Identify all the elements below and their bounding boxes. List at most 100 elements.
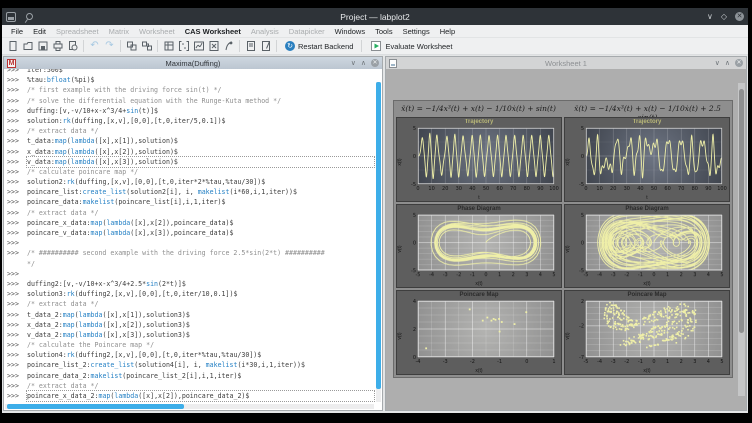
panel-maximize-icon[interactable]: ∧: [725, 60, 730, 67]
plot-canvas[interactable]: [397, 291, 561, 374]
code-line[interactable]: >>>duffing2:[v,-v/10+x-x^3/4+2.5*sin(2*t…: [7, 279, 374, 289]
new-document-icon[interactable]: [5, 39, 20, 54]
redo-icon[interactable]: ↷: [102, 39, 117, 54]
evaluate-worksheet-icon: [370, 40, 382, 52]
code-line[interactable]: >>>poincare_x_data_2:map(lambda([x],x[2]…: [7, 391, 374, 401]
panel-close-icon[interactable]: ✕: [371, 59, 379, 67]
new-script-icon[interactable]: [258, 39, 273, 54]
x-axis-label: x(t): [397, 281, 561, 287]
code-line[interactable]: >>>v_data_2:map(lambda([x],x[3]),solutio…: [7, 330, 374, 340]
evaluate-worksheet-button[interactable]: Evaluate Worksheet: [365, 39, 457, 54]
code-line[interactable]: >>>t_data:map(lambda([x],x[1]),solution)…: [7, 136, 374, 146]
code-line[interactable]: >>>/* extract data */: [7, 208, 374, 218]
plot-canvas[interactable]: [565, 291, 729, 374]
code-line[interactable]: >>>/* ########## second example with the…: [7, 248, 374, 258]
panel-maximize-icon[interactable]: ∧: [361, 60, 366, 67]
code-line[interactable]: >>>/* calculate poincare map */: [7, 167, 374, 177]
new-datapicker-icon[interactable]: [221, 39, 236, 54]
cas-vertical-scrollbar[interactable]: [376, 82, 381, 402]
code-line[interactable]: >>>poincare_list_2:create_list(solution4…: [7, 360, 374, 370]
plot-phase2[interactable]: Phase Diagramx(t)v(t): [564, 204, 730, 289]
plot-poincare2[interactable]: Poincare Mapx(t)v(t): [564, 290, 730, 375]
code-line[interactable]: >>>solution3:rk(duffing2,[x,v],[0,0],[t,…: [7, 289, 374, 299]
labplot-window: Project — labplot2 ∨ ◇ ✕ FileEditSpreads…: [2, 8, 748, 413]
code-line[interactable]: >>>poincare_v_data:map(lambda([x],x[3]),…: [7, 228, 374, 238]
menu-windows[interactable]: Windows: [330, 27, 370, 36]
panel-shade-icon[interactable]: ∨: [715, 60, 720, 67]
code-line[interactable]: >>>poincare_data_2:makelist(poincare_lis…: [7, 371, 374, 381]
code-line[interactable]: */: [7, 259, 374, 269]
code-line[interactable]: >>>duffing:[v,-v/10+x-x^3/4+sin(t)]$: [7, 106, 374, 116]
x-axis-label: t: [397, 195, 561, 201]
panel-close-icon[interactable]: ✕: [735, 59, 743, 67]
save-icon[interactable]: [35, 39, 50, 54]
code-line[interactable]: >>>v_data:map(lambda([x],x[3]),solution)…: [7, 157, 374, 167]
plot-traj1[interactable]: Trajectorytx(t): [396, 117, 562, 202]
cas-horizontal-scrollbar[interactable]: [5, 404, 374, 409]
worksheet-view[interactable]: ẍ(t) = −1/4x³(t) + x(t) − 1/10ẋ(t) + sin…: [386, 69, 746, 410]
cas-code[interactable]: >>>iter:500$>>>%tau:bfloat(%pi)$>>>/* fi…: [7, 69, 374, 401]
plot-canvas[interactable]: [565, 118, 729, 201]
code-line[interactable]: >>>: [7, 269, 374, 279]
minimize-icon[interactable]: ∨: [707, 13, 713, 21]
menu-cas-worksheet[interactable]: CAS Worksheet: [180, 27, 246, 36]
prompt: >>>: [7, 167, 27, 177]
plot-canvas[interactable]: [397, 118, 561, 201]
new-workbook-icon[interactable]: [124, 39, 139, 54]
code-line[interactable]: >>>/* calculate the Poincare map */: [7, 340, 374, 350]
prompt: >>>: [7, 147, 27, 157]
app-icon: [6, 12, 16, 22]
code-line[interactable]: >>>/* extract data */: [7, 381, 374, 391]
code-line[interactable]: >>>/* extract data */: [7, 126, 374, 136]
restore-icon[interactable]: ◇: [721, 13, 727, 21]
print-icon[interactable]: [50, 39, 65, 54]
new-spreadsheet-icon[interactable]: [161, 39, 176, 54]
code-line[interactable]: >>>%tau:bfloat(%pi)$: [7, 75, 374, 85]
new-worksheet-icon[interactable]: [191, 39, 206, 54]
menu-settings[interactable]: Settings: [398, 27, 435, 36]
new-folder-icon[interactable]: [139, 39, 154, 54]
cas-panel-titlebar[interactable]: M Maxima(Duffing) ∨ ∧ ✕: [4, 57, 382, 69]
new-matrix-icon[interactable]: [176, 39, 191, 54]
window-title: Project — labplot2: [2, 12, 748, 22]
plot-canvas[interactable]: [565, 205, 729, 288]
pin-icon[interactable]: [25, 12, 35, 22]
code-line[interactable]: >>>: [7, 238, 374, 248]
cas-editor[interactable]: >>>iter:500$>>>%tau:bfloat(%pi)$>>>/* fi…: [4, 69, 382, 410]
prompt: >>>: [7, 116, 27, 126]
close-icon[interactable]: ✕: [735, 12, 744, 21]
equation-row: ẍ(t) = −1/4x³(t) + x(t) − 1/10ẋ(t) + sin…: [394, 101, 732, 117]
menu-help[interactable]: Help: [435, 27, 460, 36]
new-cas-worksheet-icon[interactable]: [206, 39, 221, 54]
code-line[interactable]: >>>solution4:rk(duffing2,[x,v],[0,0],[t,…: [7, 350, 374, 360]
worksheet-panel-titlebar[interactable]: Worksheet 1 ∨ ∧ ✕: [386, 57, 746, 69]
new-note-icon[interactable]: [243, 39, 258, 54]
prompt: >>>: [7, 157, 27, 167]
code-line[interactable]: >>>poincare_list:create_list(solution2[i…: [7, 187, 374, 197]
worksheet-vertical-scrollbar[interactable]: [738, 83, 745, 396]
worksheet-panel-title: Worksheet 1: [386, 59, 746, 68]
plot-phase1[interactable]: Phase Diagramx(t)v(t): [396, 204, 562, 289]
restart-backend-button[interactable]: ↻Restart Backend: [280, 39, 358, 54]
code-line[interactable]: >>>/* first example with the driving for…: [7, 85, 374, 95]
code-line[interactable]: >>>poincare_data:makelist(poincare_list[…: [7, 197, 374, 207]
plot-traj2[interactable]: Trajectorytx(t): [564, 117, 730, 202]
menu-file[interactable]: File: [6, 27, 28, 36]
menu-tools[interactable]: Tools: [370, 27, 398, 36]
plot-canvas[interactable]: [397, 205, 561, 288]
code-line[interactable]: >>>/* extract data */: [7, 299, 374, 309]
plot-poincare1[interactable]: Poincare Mapx(t)v(t): [396, 290, 562, 375]
code-line[interactable]: >>>/* solve the differential equation wi…: [7, 96, 374, 106]
plots-grid: Trajectorytx(t)Trajectorytx(t)Phase Diag…: [396, 117, 730, 375]
code-line[interactable]: >>>solution:rk(duffing,[x,v],[0,0],[t,0,…: [7, 116, 374, 126]
print-preview-icon[interactable]: [65, 39, 80, 54]
open-document-icon[interactable]: [20, 39, 35, 54]
panel-shade-icon[interactable]: ∨: [351, 60, 356, 67]
menu-edit[interactable]: Edit: [28, 27, 51, 36]
code-line[interactable]: >>>poincare_x_data:map(lambda([x],x[2]),…: [7, 218, 374, 228]
code-line[interactable]: >>>t_data_2:map(lambda([x],x[1]),solutio…: [7, 310, 374, 320]
undo-icon[interactable]: ↶: [87, 39, 102, 54]
code-line[interactable]: >>>x_data_2:map(lambda([x],x[2]),solutio…: [7, 320, 374, 330]
code-line[interactable]: >>>solution2:rk(duffing,[x,v],[0,0],[t,0…: [7, 177, 374, 187]
code-line[interactable]: >>>x_data:map(lambda([x],x[2]),solution)…: [7, 147, 374, 157]
